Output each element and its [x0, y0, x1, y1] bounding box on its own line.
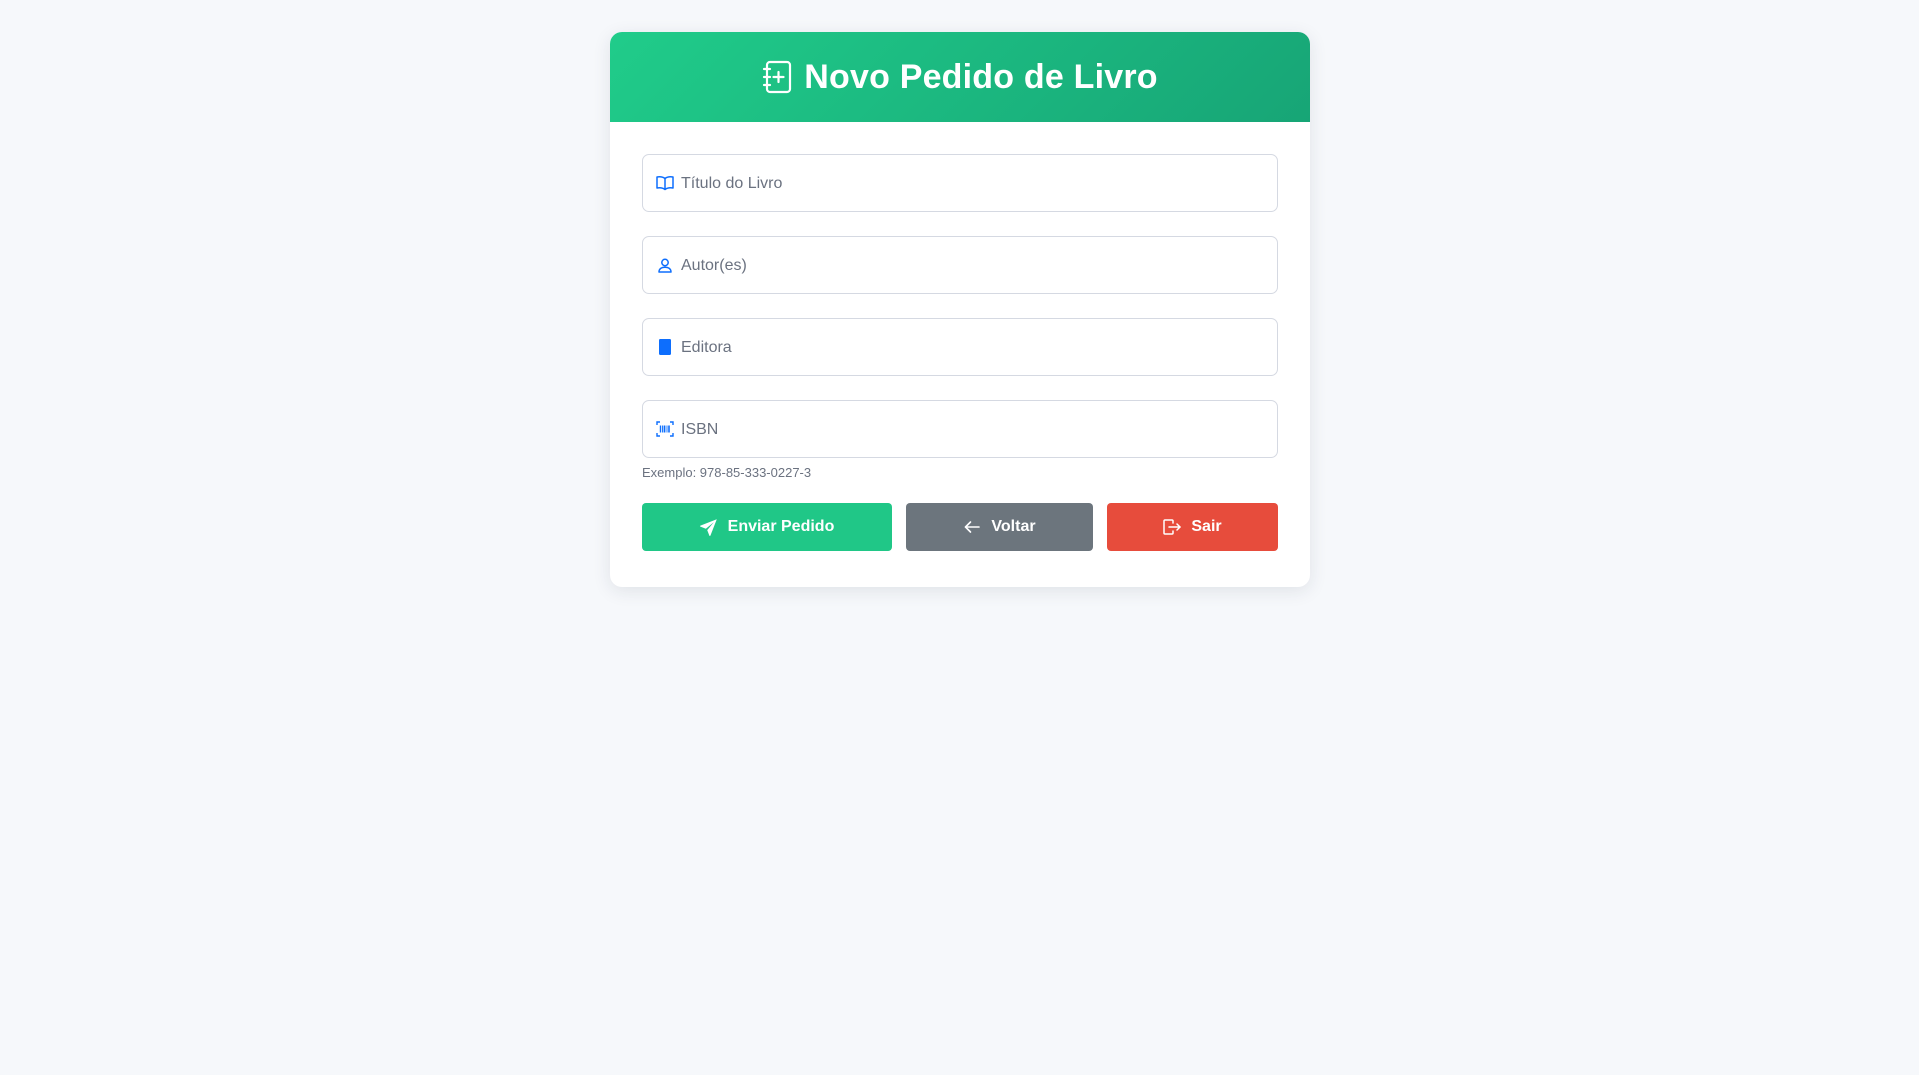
isbn-input[interactable] [679, 401, 1273, 459]
person-icon [655, 255, 675, 275]
publisher-input[interactable] [679, 319, 1273, 377]
journal-plus-icon [762, 60, 792, 94]
book-open-icon [655, 173, 675, 193]
barcode-icon [655, 419, 675, 439]
new-book-request-card: Novo Pedido de Livro Título do Livro Aut… [610, 32, 1310, 587]
book-fill-icon [655, 337, 675, 357]
author-field [642, 236, 1278, 295]
title-field [642, 154, 1278, 213]
isbn-field [642, 400, 1278, 459]
author-input[interactable] [679, 237, 1273, 295]
send-icon [700, 518, 718, 536]
send-request-label: Enviar Pedido [727, 518, 835, 535]
send-request-button[interactable]: Enviar Pedido [642, 503, 892, 551]
back-button[interactable]: Voltar [906, 503, 1093, 551]
form-actions: Enviar Pedido Voltar Sair [642, 503, 1278, 551]
back-label: Voltar [991, 518, 1036, 535]
exit-label: Sair [1191, 518, 1222, 535]
form-body: Exemplo: 978-85-333-0227-3 Enviar Pedido [610, 122, 1310, 551]
title-input[interactable] [679, 155, 1273, 213]
isbn-hint: Exemplo: 978-85-333-0227-3 [642, 465, 812, 480]
publisher-field [642, 318, 1278, 377]
page-title: Novo Pedido de Livro [804, 57, 1158, 96]
box-arrow-right-icon [1163, 518, 1182, 536]
exit-button[interactable]: Sair [1107, 503, 1278, 551]
card-header: Novo Pedido de Livro [610, 32, 1310, 122]
arrow-left-icon [963, 518, 981, 536]
